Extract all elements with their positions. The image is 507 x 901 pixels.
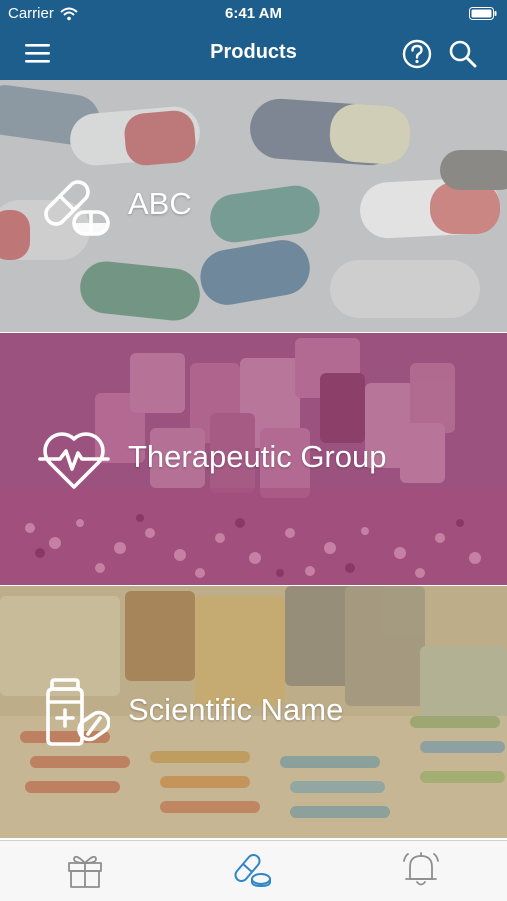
gift-icon[interactable] xyxy=(65,849,105,889)
search-icon[interactable] xyxy=(446,37,480,71)
heart-pulse-icon xyxy=(38,432,110,489)
category-abc[interactable]: ABC xyxy=(0,80,507,332)
status-bar: Carrier 6:41 AM xyxy=(0,0,507,28)
navigation-bar: Products xyxy=(0,28,507,80)
status-time: 6:41 AM xyxy=(225,5,282,22)
battery-icon xyxy=(469,7,497,20)
category-label: Therapeutic Group xyxy=(128,439,387,474)
tab-bar xyxy=(0,840,507,901)
help-icon[interactable] xyxy=(400,37,434,71)
category-label: ABC xyxy=(128,186,192,221)
category-scientific-name[interactable]: Scientific Name xyxy=(0,586,507,838)
medicine-bottle-icon xyxy=(46,678,110,746)
capsules-icon xyxy=(44,180,110,236)
pills-icon[interactable] xyxy=(232,849,272,889)
category-label: Scientific Name xyxy=(128,692,344,727)
category-therapeutic-group[interactable]: Therapeutic Group xyxy=(0,333,507,585)
bell-icon[interactable] xyxy=(401,849,441,889)
